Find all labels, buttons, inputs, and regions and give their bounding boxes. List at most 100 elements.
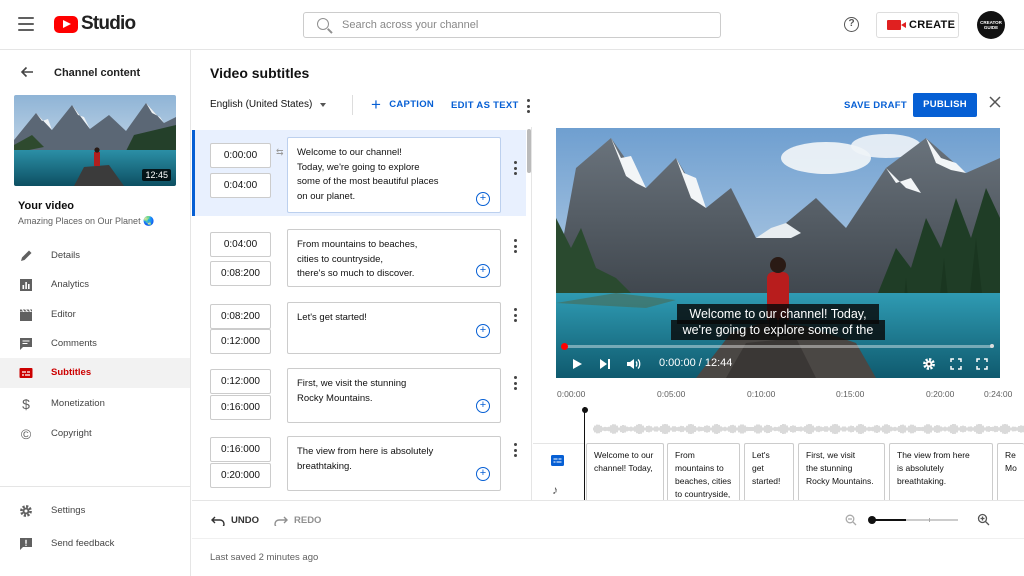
caption-more-icon[interactable] bbox=[514, 443, 517, 457]
sidebar-item-editor[interactable]: Editor bbox=[0, 300, 190, 330]
sidebar-item-copyright[interactable]: © Copyright bbox=[0, 419, 190, 449]
add-caption-button[interactable]: + CAPTION bbox=[371, 96, 435, 113]
sidebar-item-send-feedback[interactable]: Send feedback bbox=[0, 529, 190, 559]
timeline-caption-clip[interactable]: Re Mo bbox=[997, 443, 1024, 500]
link-icon[interactable]: ⇆ bbox=[276, 147, 284, 158]
progress-scrubber[interactable] bbox=[561, 343, 568, 350]
sidebar-item-settings[interactable]: Settings bbox=[0, 496, 190, 526]
caption-end-time[interactable]: 0:20:000 bbox=[210, 463, 271, 488]
language-select[interactable]: English (United States) bbox=[210, 99, 327, 110]
undo-label: UNDO bbox=[231, 515, 259, 526]
sidebar-item-analytics[interactable]: Analytics bbox=[0, 270, 190, 300]
caption-start-time[interactable]: 0:12:000 bbox=[210, 369, 271, 394]
gear-icon[interactable] bbox=[922, 357, 936, 374]
caption-start-time[interactable]: 0:00:00 bbox=[210, 143, 271, 168]
gear-icon bbox=[19, 504, 33, 518]
timeline-playhead[interactable] bbox=[581, 407, 588, 500]
clapperboard-icon bbox=[19, 308, 33, 322]
sidebar-item-label: Comments bbox=[51, 338, 97, 349]
caption-text-box[interactable]: From mountains to beaches, cities to cou… bbox=[287, 229, 501, 287]
timeline-caption-clip[interactable]: Welcome to our channel! Today, bbox=[586, 443, 664, 500]
close-icon[interactable] bbox=[989, 96, 1001, 112]
sidebar-item-subtitles[interactable]: Subtitles bbox=[0, 358, 190, 388]
timeline-caption-clip[interactable]: From mountains to beaches, cities to countr… bbox=[667, 443, 740, 500]
comment-icon bbox=[19, 337, 33, 351]
video-thumbnail[interactable]: 12:45 bbox=[14, 95, 176, 186]
caption-label: CAPTION bbox=[389, 99, 435, 110]
create-button[interactable]: CREATE bbox=[876, 12, 959, 38]
publish-button[interactable]: PUBLISH bbox=[913, 93, 977, 117]
volume-icon[interactable] bbox=[626, 357, 641, 374]
audio-waveform bbox=[593, 424, 1024, 434]
play-icon[interactable] bbox=[571, 358, 583, 373]
video-camera-icon bbox=[887, 20, 906, 30]
sidebar-item-label: Send feedback bbox=[51, 538, 115, 549]
create-label: CREATE bbox=[909, 19, 956, 31]
add-caption-plus-icon[interactable]: + bbox=[476, 399, 490, 413]
caption-text-box[interactable]: Let's get started! + bbox=[287, 302, 501, 354]
page-title: Video subtitles bbox=[210, 65, 310, 81]
caption-row[interactable]: 0:04:00 0:08:200 From mountains to beach… bbox=[192, 227, 526, 289]
search-input[interactable] bbox=[342, 16, 702, 34]
sidebar-item-comments[interactable]: Comments bbox=[0, 329, 190, 359]
sidebar-item-details[interactable]: Details bbox=[0, 241, 190, 271]
caption-end-time[interactable]: 0:12:000 bbox=[210, 329, 271, 354]
add-caption-plus-icon[interactable]: + bbox=[476, 264, 490, 278]
bottom-divider bbox=[192, 500, 1024, 501]
caption-start-time[interactable]: 0:08:200 bbox=[210, 304, 271, 329]
channel-content-title[interactable]: Channel content bbox=[54, 67, 140, 79]
caption-line: breathtaking. bbox=[297, 460, 352, 472]
next-icon[interactable] bbox=[599, 358, 611, 373]
back-arrow-icon[interactable] bbox=[20, 65, 34, 82]
youtube-logo-icon[interactable] bbox=[54, 16, 78, 33]
save-draft-button[interactable]: SAVE DRAFT bbox=[844, 100, 907, 111]
dollar-icon: $ bbox=[22, 396, 30, 412]
caption-list-scrollbar[interactable] bbox=[527, 129, 531, 173]
studio-logo-text[interactable]: Studio bbox=[81, 13, 136, 35]
caption-row[interactable]: 0:08:200 0:12:000 Let's get started! + bbox=[192, 300, 526, 356]
caption-end-time[interactable]: 0:04:00 bbox=[210, 173, 271, 198]
caption-row[interactable]: 0:12:000 0:16:000 First, we visit the st… bbox=[192, 367, 526, 425]
sidebar-item-monetization[interactable]: $ Monetization bbox=[0, 389, 190, 419]
timeline-caption-clip[interactable]: First, we visit the stunning Rocky Mountai… bbox=[798, 443, 885, 500]
theater-mode-icon[interactable] bbox=[950, 358, 962, 373]
add-caption-plus-icon[interactable]: + bbox=[476, 467, 490, 481]
caption-text-box[interactable]: Welcome to our channel! Today, we're goi… bbox=[287, 137, 501, 213]
caption-more-icon[interactable] bbox=[514, 161, 517, 175]
caption-start-time[interactable]: 0:04:00 bbox=[210, 232, 271, 257]
add-caption-plus-icon[interactable]: + bbox=[476, 192, 490, 206]
video-title: Amazing Places on Our Planet 🌏 bbox=[18, 216, 155, 226]
timeline[interactable]: 0:00:00 0:05:00 0:10:00 0:15:00 0:20:00 … bbox=[533, 379, 1024, 500]
caption-row[interactable]: 0:00:00 0:04:00 ⇆ Welcome to our channel… bbox=[192, 130, 526, 216]
zoom-slider-knob[interactable] bbox=[868, 516, 876, 524]
fullscreen-icon[interactable] bbox=[976, 358, 988, 373]
zoom-slider[interactable] bbox=[868, 516, 958, 524]
zoom-in-icon[interactable] bbox=[977, 513, 990, 529]
caption-row[interactable]: 0:16:000 0:20:000 The view from here is … bbox=[192, 435, 526, 499]
timeline-caption-clip[interactable]: Let's get started! bbox=[744, 443, 794, 500]
undo-icon bbox=[211, 516, 225, 526]
more-options-icon[interactable] bbox=[527, 99, 530, 113]
avatar[interactable]: CREATOR GUIDE bbox=[977, 11, 1005, 39]
help-icon[interactable]: ? bbox=[844, 17, 859, 32]
search-bar[interactable] bbox=[303, 12, 721, 38]
zoom-out-icon[interactable] bbox=[845, 514, 857, 529]
caption-text-box[interactable]: The view from here is absolutely breatht… bbox=[287, 436, 501, 491]
caption-more-icon[interactable] bbox=[514, 376, 517, 390]
redo-button[interactable]: REDO bbox=[274, 515, 321, 526]
caption-line: From mountains to beaches, bbox=[297, 239, 418, 250]
caption-end-time[interactable]: 0:16:000 bbox=[210, 395, 271, 420]
caption-text-box[interactable]: First, we visit the stunning Rocky Mount… bbox=[287, 368, 501, 423]
caption-end-time[interactable]: 0:08:200 bbox=[210, 261, 271, 286]
menu-icon[interactable] bbox=[18, 17, 34, 31]
caption-more-icon[interactable] bbox=[514, 308, 517, 322]
video-progress-bar[interactable] bbox=[561, 343, 994, 350]
timeline-caption-clip[interactable]: The view from here is absolutely breathtak… bbox=[889, 443, 993, 500]
undo-button[interactable]: UNDO bbox=[211, 515, 259, 526]
video-player[interactable]: Welcome to our channel! Today, we're goi… bbox=[556, 128, 1000, 378]
caption-start-time[interactable]: 0:16:000 bbox=[210, 437, 271, 462]
edit-as-text-button[interactable]: EDIT AS TEXT bbox=[451, 100, 519, 111]
add-caption-plus-icon[interactable]: + bbox=[476, 324, 490, 338]
caption-more-icon[interactable] bbox=[514, 239, 517, 253]
video-frame bbox=[556, 128, 1000, 378]
